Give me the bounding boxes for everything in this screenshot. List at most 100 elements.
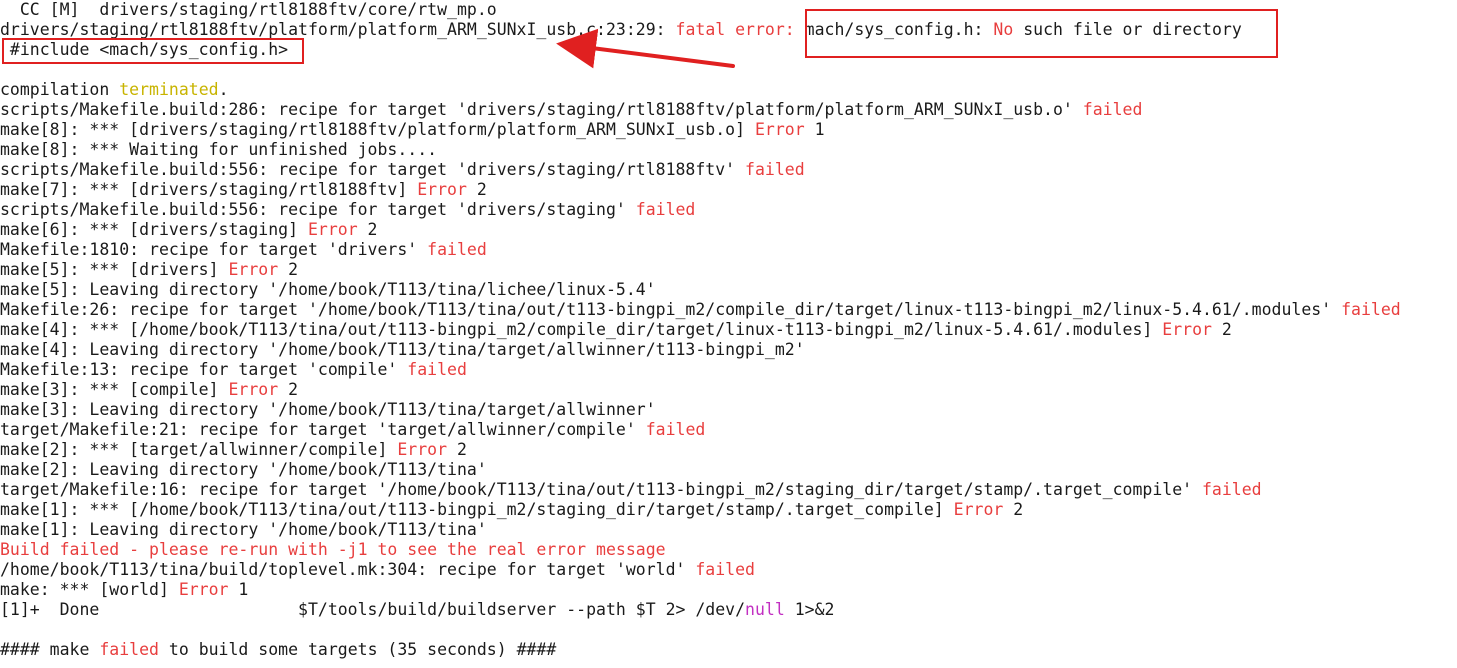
terminal-text-red: Error <box>397 440 448 459</box>
terminal-text: make[1]: Leaving directory '/home/book/T… <box>0 520 487 539</box>
terminal-text: compilation <box>0 80 120 99</box>
terminal-text-red: Error <box>228 380 279 399</box>
terminal-text-red: failed <box>407 360 467 379</box>
terminal-line: make[4]: Leaving directory '/home/book/T… <box>0 340 1457 360</box>
terminal-line: make[3]: *** [compile] Error 2 <box>0 380 1457 400</box>
terminal-text: /home/book/T113/tina/build/toplevel.mk:3… <box>0 560 696 579</box>
terminal-text: make[4]: *** [/home/book/T113/tina/out/t… <box>0 320 1163 339</box>
terminal-text: such file or directory <box>1013 20 1242 39</box>
terminal-text: drivers/staging/rtl8188ftv/platform/plat… <box>0 20 676 39</box>
terminal-text: 2 <box>466 180 487 199</box>
terminal-line: make[5]: *** [drivers] Error 2 <box>0 260 1457 280</box>
terminal-text-red: Error <box>178 580 229 599</box>
terminal-line: make[8]: *** Waiting for unfinished jobs… <box>0 140 1457 160</box>
terminal-text: [1]+ Done $T/tools/build/buildserver --p… <box>0 600 746 619</box>
terminal-line: make[3]: Leaving directory '/home/book/T… <box>0 400 1457 420</box>
terminal-text: 1>&2 <box>784 600 835 619</box>
terminal-text: 1 <box>804 120 825 139</box>
terminal-text-red: failed <box>1082 100 1143 119</box>
terminal-line: CC [M] drivers/staging/rtl8188ftv/core/r… <box>0 0 1457 20</box>
terminal-text: make[3]: *** [compile] <box>0 380 229 399</box>
terminal-line: #### make failed to build some targets (… <box>0 640 1457 660</box>
terminal-line: make[8]: *** [drivers/staging/rtl8188ftv… <box>0 120 1457 140</box>
terminal-text: make[1]: *** [/home/book/T113/tina/out/t… <box>0 500 954 519</box>
terminal-line: [1]+ Done $T/tools/build/buildserver --p… <box>0 600 1457 620</box>
terminal-text: scripts/Makefile.build:556: recipe for t… <box>0 160 746 179</box>
terminal-line: Build failed - please re-run with -j1 to… <box>0 540 1457 560</box>
terminal-line: Makefile:1810: recipe for target 'driver… <box>0 240 1457 260</box>
terminal-text: #include <mach/sys_config.h> <box>0 40 289 59</box>
terminal-text: make[6]: *** [drivers/staging] <box>0 220 308 239</box>
terminal-text: CC [M] drivers/staging/rtl8188ftv/core/r… <box>0 0 497 19</box>
terminal-text-red: Build failed - please re-run with -j1 to… <box>0 540 666 559</box>
terminal-text: make[3]: Leaving directory '/home/book/T… <box>0 400 656 419</box>
terminal-text: Makefile:1810: recipe for target 'driver… <box>0 240 428 259</box>
terminal-line: make[1]: *** [/home/book/T113/tina/out/t… <box>0 500 1457 520</box>
terminal-text: make[2]: Leaving directory '/home/book/T… <box>0 460 487 479</box>
terminal-text-red: failed <box>1341 300 1401 319</box>
terminal-text-red: Error <box>953 500 1004 519</box>
terminal-text-magenta: null <box>745 600 785 619</box>
terminal-text-red: Error <box>228 260 279 279</box>
terminal-text-red: failed <box>99 640 159 659</box>
terminal-text: 2 <box>357 220 378 239</box>
terminal-text: #### make <box>0 640 100 659</box>
terminal-text: make[5]: *** [drivers] <box>0 260 229 279</box>
terminal-line: Makefile:13: recipe for target 'compile'… <box>0 360 1457 380</box>
terminal-line: Makefile:26: recipe for target '/home/bo… <box>0 300 1457 320</box>
terminal-line: make[1]: Leaving directory '/home/book/T… <box>0 520 1457 540</box>
terminal-line: scripts/Makefile.build:556: recipe for t… <box>0 200 1457 220</box>
terminal-text-red: failed <box>1202 480 1262 499</box>
terminal-text: make[7]: *** [drivers/staging/rtl8188ftv… <box>0 180 418 199</box>
terminal-line: target/Makefile:21: recipe for target 't… <box>0 420 1457 440</box>
terminal-text: 2 <box>447 440 467 459</box>
terminal-text: scripts/Makefile.build:556: recipe for t… <box>0 200 636 219</box>
terminal-text: mach/sys_config.h: <box>804 20 994 39</box>
terminal-text: to build some targets (35 seconds) #### <box>158 640 557 659</box>
terminal-line: make[6]: *** [drivers/staging] Error 2 <box>0 220 1457 240</box>
terminal-line: make: *** [world] Error 1 <box>0 580 1457 600</box>
terminal-output: CC [M] drivers/staging/rtl8188ftv/core/r… <box>0 0 1457 660</box>
terminal-line: #include <mach/sys_config.h> <box>0 40 1457 60</box>
terminal-text: make[4]: Leaving directory '/home/book/T… <box>0 340 805 359</box>
terminal-text-red: Error <box>1162 320 1212 339</box>
terminal-line: make[4]: *** [/home/book/T113/tina/out/t… <box>0 320 1457 340</box>
terminal-text-red: failed <box>635 200 696 219</box>
terminal-text-red: Error <box>417 180 467 199</box>
terminal-text-red: failed <box>645 420 706 439</box>
terminal-text: 2 <box>1211 320 1232 339</box>
terminal-text: . <box>218 80 229 99</box>
terminal-line: make[2]: *** [target/allwinner/compile] … <box>0 440 1457 460</box>
terminal-text: Makefile:13: recipe for target 'compile' <box>0 360 408 379</box>
terminal-text-red: No <box>993 20 1014 39</box>
terminal-line: /home/book/T113/tina/build/toplevel.mk:3… <box>0 560 1457 580</box>
terminal-text: make[8]: *** Waiting for unfinished jobs… <box>0 140 438 159</box>
terminal-line: compilation terminated. <box>0 80 1457 100</box>
terminal-text: make[5]: Leaving directory '/home/book/T… <box>0 280 656 299</box>
terminal-text-red: failed <box>745 160 805 179</box>
terminal-text: 2 <box>1003 500 1024 519</box>
terminal-text: make[2]: *** [target/allwinner/compile] <box>0 440 398 459</box>
terminal-text: target/Makefile:21: recipe for target 't… <box>0 420 646 439</box>
terminal-line: target/Makefile:16: recipe for target '/… <box>0 480 1457 500</box>
terminal-text: make[8]: *** [drivers/staging/rtl8188ftv… <box>0 120 755 139</box>
terminal-text: make: *** [world] <box>0 580 179 599</box>
terminal-text: 2 <box>278 260 299 279</box>
terminal-line: make[7]: *** [drivers/staging/rtl8188ftv… <box>0 180 1457 200</box>
terminal-text-red: Error <box>307 220 358 239</box>
terminal-line: make[2]: Leaving directory '/home/book/T… <box>0 460 1457 480</box>
terminal-line: make[5]: Leaving directory '/home/book/T… <box>0 280 1457 300</box>
terminal-text: Makefile:26: recipe for target '/home/bo… <box>0 300 1342 319</box>
terminal-text-yellow: terminated <box>119 80 219 99</box>
terminal-text-red: Error <box>754 120 805 139</box>
terminal-text-red: fatal error: <box>675 20 805 39</box>
terminal-text: 1 <box>228 580 249 599</box>
terminal-line: scripts/Makefile.build:286: recipe for t… <box>0 100 1457 120</box>
terminal-line: drivers/staging/rtl8188ftv/platform/plat… <box>0 20 1457 40</box>
terminal-text: target/Makefile:16: recipe for target '/… <box>0 480 1202 499</box>
terminal-text-red: failed <box>427 240 487 259</box>
terminal-line: scripts/Makefile.build:556: recipe for t… <box>0 160 1457 180</box>
terminal-text-red: failed <box>695 560 755 579</box>
